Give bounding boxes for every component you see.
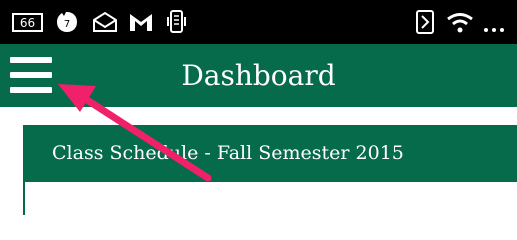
app-bar: Dashboard <box>0 44 517 107</box>
mail-icon <box>92 0 118 44</box>
more-icon <box>482 0 510 44</box>
clock-icon: 7 <box>55 0 79 44</box>
nfc-icon <box>414 0 436 44</box>
clock-icon-count: 7 <box>64 19 70 30</box>
status-bar: 66 7 <box>0 0 517 44</box>
notification-badge-icon: 66 <box>12 0 44 44</box>
page-title: Dashboard <box>181 59 336 92</box>
phone-vibrate-icon <box>166 0 188 44</box>
gmail-icon <box>128 0 154 44</box>
card-title: Class Schedule - Fall Semester 2015 <box>25 125 517 182</box>
dashboard-content: Class Schedule - Fall Semester 2015 <box>0 107 517 215</box>
notification-badge-count: 66 <box>20 16 35 30</box>
class-schedule-card[interactable]: Class Schedule - Fall Semester 2015 <box>23 125 517 215</box>
wifi-icon <box>446 0 474 44</box>
